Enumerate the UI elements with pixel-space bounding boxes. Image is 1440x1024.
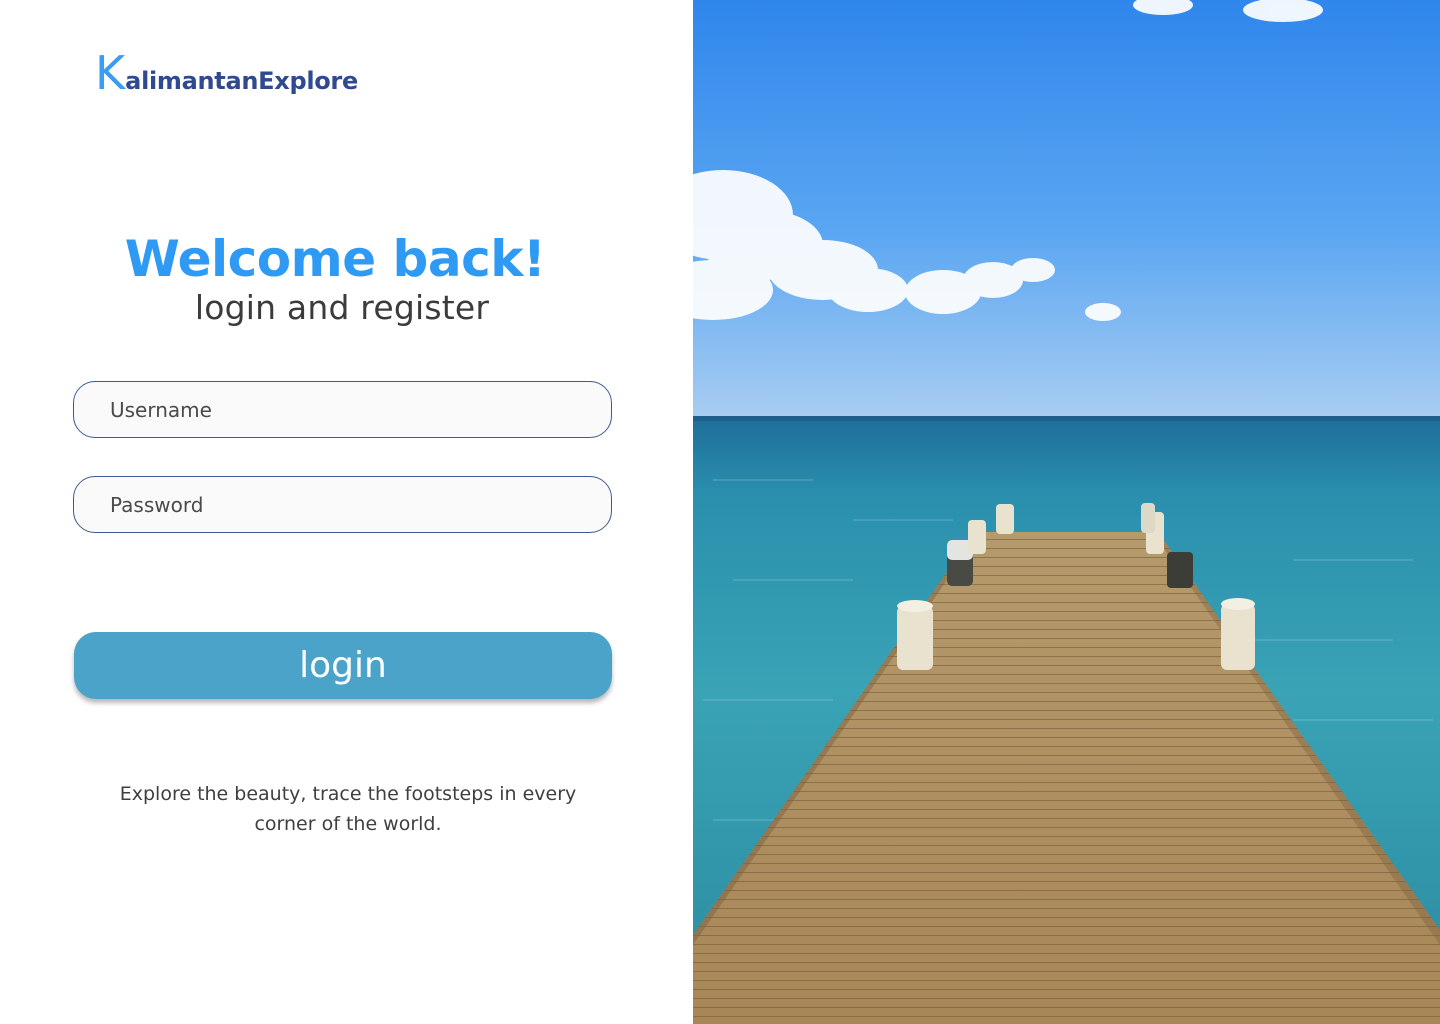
login-panel: KalimantanExplore Welcome back! login an… [0,0,693,1024]
password-field-container [73,476,612,533]
username-input[interactable] [74,382,611,437]
login-page: KalimantanExplore Welcome back! login an… [0,0,1440,1024]
logo-wordmark: alimantanExplore [125,67,358,95]
pier-ocean-photo-icon [693,0,1440,1024]
password-input[interactable] [74,477,611,532]
hero-photo [693,0,1440,1024]
page-title: Welcome back! [124,230,546,288]
logo-initial: K [95,46,126,100]
page-subtitle: login and register [194,288,490,327]
username-field-container [73,381,612,438]
brand-logo[interactable]: KalimantanExplore [95,50,358,96]
tagline-text: Explore the beauty, trace the footsteps … [119,783,577,835]
login-button[interactable]: login [74,632,612,699]
